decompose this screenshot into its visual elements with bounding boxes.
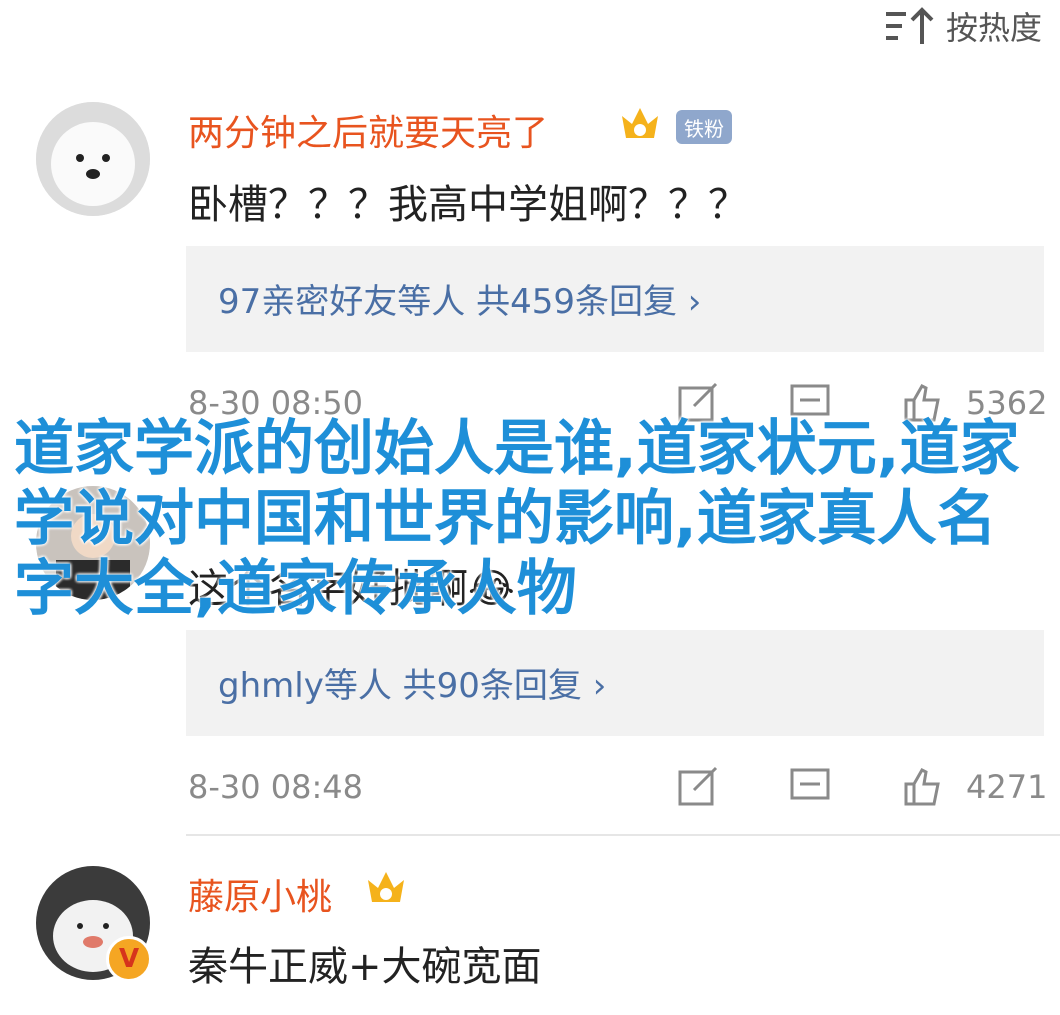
reply-summary-box[interactable]: ghmly等人 共90条回复 › bbox=[186, 630, 1044, 736]
like-icon[interactable] bbox=[900, 764, 944, 808]
avatar[interactable] bbox=[36, 102, 150, 216]
comment-time: 8-30 08:48 bbox=[188, 768, 364, 806]
like-count: 4271 bbox=[966, 768, 1048, 806]
overlay-title: 道家学派的创始人是谁,道家状元,道家学说对中国和世界的影响,道家真人名字大全,道… bbox=[14, 414, 1020, 624]
comment-icon[interactable] bbox=[788, 764, 832, 808]
sort-label: 按热度 bbox=[945, 9, 1042, 47]
sort-icon bbox=[882, 6, 936, 46]
reply-summary-box[interactable]: 97亲密好友等人 共459条回复 › bbox=[186, 246, 1044, 352]
crown-icon bbox=[618, 102, 662, 146]
reply-summary-link[interactable]: ghmly等人 共90条回复 › bbox=[218, 658, 606, 707]
verified-badge: V bbox=[106, 936, 152, 982]
comment-text: 卧槽？？？我高中学姐啊？？？ bbox=[188, 182, 748, 228]
comment-username[interactable]: 两分钟之后就要天亮了 bbox=[188, 104, 548, 156]
share-icon[interactable] bbox=[676, 764, 720, 808]
reply-summary-link[interactable]: 97亲密好友等人 共459条回复 › bbox=[218, 274, 701, 323]
sort-by-hot-button[interactable]: 按热度 bbox=[882, 4, 1042, 48]
comment-text: 秦牛正威+大碗宽面 bbox=[188, 944, 542, 990]
divider bbox=[186, 834, 1060, 836]
fan-badge: 铁粉 bbox=[676, 110, 732, 144]
crown-icon bbox=[364, 866, 408, 910]
comment-username[interactable]: 藤原小桃 bbox=[188, 868, 332, 920]
